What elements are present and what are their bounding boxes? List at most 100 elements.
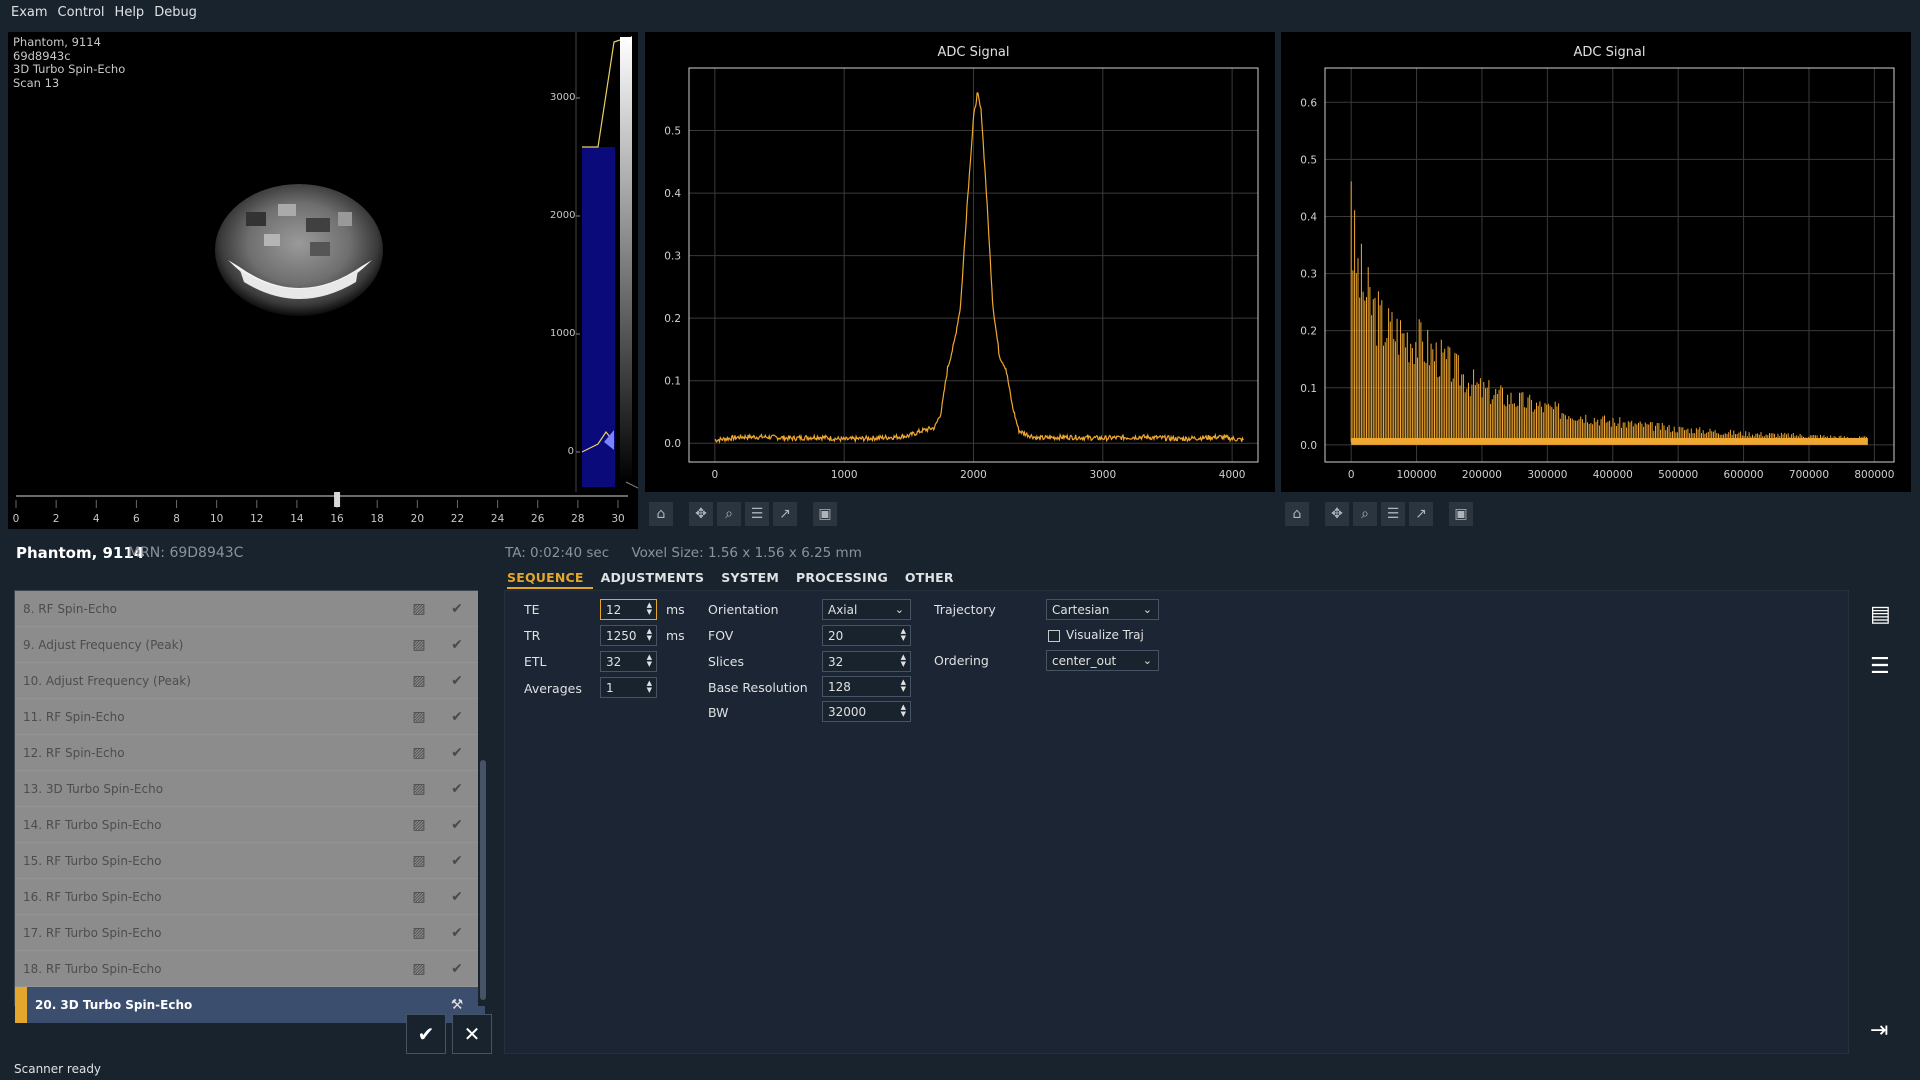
histogram-tick: 3000 bbox=[550, 92, 576, 103]
te-label: TE bbox=[524, 602, 540, 617]
slider-handle[interactable] bbox=[334, 492, 341, 507]
y-tick-label: 0.3 bbox=[664, 251, 681, 263]
protocol-item[interactable]: 17. RF Turbo Spin-Echo ▨ ✔ bbox=[15, 915, 485, 951]
cancel-button[interactable]: ✕ bbox=[452, 1014, 492, 1054]
tr-input[interactable]: 1250 ▲ ▼ bbox=[600, 625, 657, 646]
image-icon[interactable]: ▨ bbox=[409, 815, 429, 835]
protocol-item[interactable]: 12. RF Spin-Echo ▨ ✔ bbox=[15, 735, 485, 771]
adc-plot-time: ADC Signal 0 1000 2000 3000 4000 0.0 0.1 0.2 0.3 0… bbox=[645, 32, 1275, 529]
bw-input[interactable]: 32000 ▲ ▼ bbox=[822, 701, 911, 722]
x-tick-label: 1000 bbox=[831, 469, 858, 481]
pan-icon[interactable]: ✥ bbox=[1325, 501, 1349, 526]
etl-input[interactable]: 32 ▲ ▼ bbox=[600, 651, 657, 672]
pan-icon[interactable]: ✥ bbox=[689, 501, 713, 526]
slider-tick-label: 30 bbox=[611, 513, 624, 525]
base-resolution-value: 128 bbox=[828, 679, 851, 694]
tab-adjustments[interactable]: ADJUSTMENTS bbox=[601, 570, 714, 589]
ordering-select[interactable]: center_out ⌄ bbox=[1046, 650, 1159, 671]
te-input[interactable]: 12 ▲ ▼ bbox=[600, 599, 657, 620]
home-icon[interactable]: ⌂ bbox=[649, 501, 673, 526]
image-canvas[interactable]: Phantom, 9114 69d8943c 3D Turbo Spin-Ech… bbox=[8, 32, 550, 492]
save-icon[interactable]: ▣ bbox=[1449, 501, 1473, 526]
orientation-select[interactable]: Axial ⌄ bbox=[822, 599, 911, 620]
slice-slider[interactable]: 0 2 4 6 8 10 12 14 16 18 20 22 24 26 28 30 bbox=[8, 492, 638, 529]
menu-debug[interactable]: Debug bbox=[149, 5, 202, 20]
y-tick-label: 0.6 bbox=[1300, 97, 1317, 109]
tab-system[interactable]: SYSTEM bbox=[721, 570, 788, 589]
voxel-size: Voxel Size: 1.56 x 1.56 x 6.25 mm bbox=[631, 545, 862, 561]
image-icon[interactable]: ▨ bbox=[409, 851, 429, 871]
protocol-item[interactable]: 8. RF Spin-Echo ▨ ✔ bbox=[15, 591, 485, 627]
trajectory-select[interactable]: Cartesian ⌄ bbox=[1046, 599, 1159, 620]
image-icon[interactable]: ▨ bbox=[409, 671, 429, 691]
slider-tick-label: 2 bbox=[53, 513, 60, 525]
protocol-item-label: 14. RF Turbo Spin-Echo bbox=[23, 817, 162, 832]
image-icon[interactable]: ▨ bbox=[409, 959, 429, 979]
protocol-item[interactable]: 14. RF Turbo Spin-Echo ▨ ✔ bbox=[15, 807, 485, 843]
check-icon: ✔ bbox=[451, 924, 463, 941]
scroll-thumb[interactable] bbox=[480, 760, 486, 1000]
protocol-item[interactable]: 10. Adjust Frequency (Peak) ▨ ✔ bbox=[15, 663, 485, 699]
x-tick-label: 700000 bbox=[1789, 469, 1829, 481]
spin-arrows-icon[interactable]: ▲ ▼ bbox=[647, 628, 652, 642]
spin-arrows-icon[interactable]: ▲ ▼ bbox=[901, 628, 906, 642]
spin-arrows-icon[interactable]: ▲ ▼ bbox=[901, 704, 906, 718]
fov-label: FOV bbox=[708, 628, 734, 643]
spin-arrows-icon[interactable]: ▲ ▼ bbox=[647, 680, 652, 694]
configure-icon[interactable]: ☰ bbox=[745, 501, 769, 526]
slices-input[interactable]: 32 ▲ ▼ bbox=[822, 651, 911, 672]
protocol-icon[interactable]: ▤ bbox=[1870, 602, 1891, 627]
protocol-item[interactable]: 18. RF Turbo Spin-Echo ▨ ✔ bbox=[15, 951, 485, 987]
spin-arrows-icon[interactable]: ▲ ▼ bbox=[647, 654, 652, 668]
base-resolution-input[interactable]: 128 ▲ ▼ bbox=[822, 676, 911, 697]
menu-exam[interactable]: Exam bbox=[6, 5, 53, 20]
check-icon: ✔ bbox=[451, 852, 463, 869]
home-icon[interactable]: ⌂ bbox=[1285, 501, 1309, 526]
axes-icon[interactable]: ↗ bbox=[1409, 501, 1433, 526]
image-icon[interactable]: ▨ bbox=[409, 635, 429, 655]
menu-help[interactable]: Help bbox=[110, 5, 150, 20]
x-tick-label: 400000 bbox=[1593, 469, 1633, 481]
adc-signal-chart[interactable]: ADC Signal 0 100000 200000 300000 400000 50000… bbox=[1281, 32, 1911, 492]
slider-tick-label: 22 bbox=[451, 513, 464, 525]
averages-input[interactable]: 1 ▲ ▼ bbox=[600, 677, 657, 698]
tab-other[interactable]: OTHER bbox=[905, 570, 963, 589]
protocol-item[interactable]: 9. Adjust Frequency (Peak) ▨ ✔ bbox=[15, 627, 485, 663]
ordering-label: Ordering bbox=[934, 653, 989, 668]
protocol-item[interactable]: 16. RF Turbo Spin-Echo ▨ ✔ bbox=[15, 879, 485, 915]
image-icon[interactable]: ▨ bbox=[409, 599, 429, 619]
x-tick-label: 0 bbox=[1348, 469, 1355, 481]
adc-signal-chart[interactable]: ADC Signal 0 1000 2000 3000 4000 0.0 0.1 0.2 0.3 0… bbox=[645, 32, 1275, 492]
save-icon[interactable]: ▣ bbox=[813, 501, 837, 526]
y-tick-label: 0.1 bbox=[664, 376, 681, 388]
spin-arrows-icon[interactable]: ▲ ▼ bbox=[901, 654, 906, 668]
wrench-icon[interactable]: ⚒ bbox=[447, 995, 467, 1015]
tr-value: 1250 bbox=[606, 628, 637, 643]
tab-processing[interactable]: PROCESSING bbox=[796, 570, 897, 589]
image-icon[interactable]: ▨ bbox=[409, 779, 429, 799]
protocol-item[interactable]: 13. 3D Turbo Spin-Echo ▨ ✔ bbox=[15, 771, 485, 807]
protocol-item[interactable]: 11. RF Spin-Echo ▨ ✔ bbox=[15, 699, 485, 735]
histogram-bar[interactable]: 3000 2000 1000 0 bbox=[550, 32, 639, 492]
configure-icon[interactable]: ☰ bbox=[1381, 501, 1405, 526]
zoom-icon[interactable]: ⌕ bbox=[1353, 501, 1377, 526]
menu-control[interactable]: Control bbox=[53, 5, 110, 20]
visualize-traj-checkbox[interactable] bbox=[1048, 630, 1060, 642]
fov-input[interactable]: 20 ▲ ▼ bbox=[822, 625, 911, 646]
image-icon[interactable]: ▨ bbox=[409, 923, 429, 943]
accept-button[interactable]: ✔ bbox=[406, 1014, 446, 1054]
protocol-list-scrollbar[interactable] bbox=[478, 590, 488, 1006]
spin-arrows-icon[interactable]: ▲ ▼ bbox=[647, 602, 652, 616]
image-icon[interactable]: ▨ bbox=[409, 743, 429, 763]
zoom-icon[interactable]: ⌕ bbox=[717, 501, 741, 526]
logout-icon[interactable]: ⇥ bbox=[1870, 1018, 1888, 1043]
protocol-item[interactable]: 15. RF Turbo Spin-Echo ▨ ✔ bbox=[15, 843, 485, 879]
list-icon[interactable]: ☰ bbox=[1870, 654, 1890, 679]
image-icon[interactable]: ▨ bbox=[409, 887, 429, 907]
tab-sequence[interactable]: SEQUENCE bbox=[507, 570, 593, 589]
image-icon[interactable]: ▨ bbox=[409, 707, 429, 727]
spin-arrows-icon[interactable]: ▲ ▼ bbox=[901, 679, 906, 693]
axes-icon[interactable]: ↗ bbox=[773, 501, 797, 526]
slices-label: Slices bbox=[708, 654, 744, 669]
info-scan: Scan 13 bbox=[13, 75, 60, 90]
